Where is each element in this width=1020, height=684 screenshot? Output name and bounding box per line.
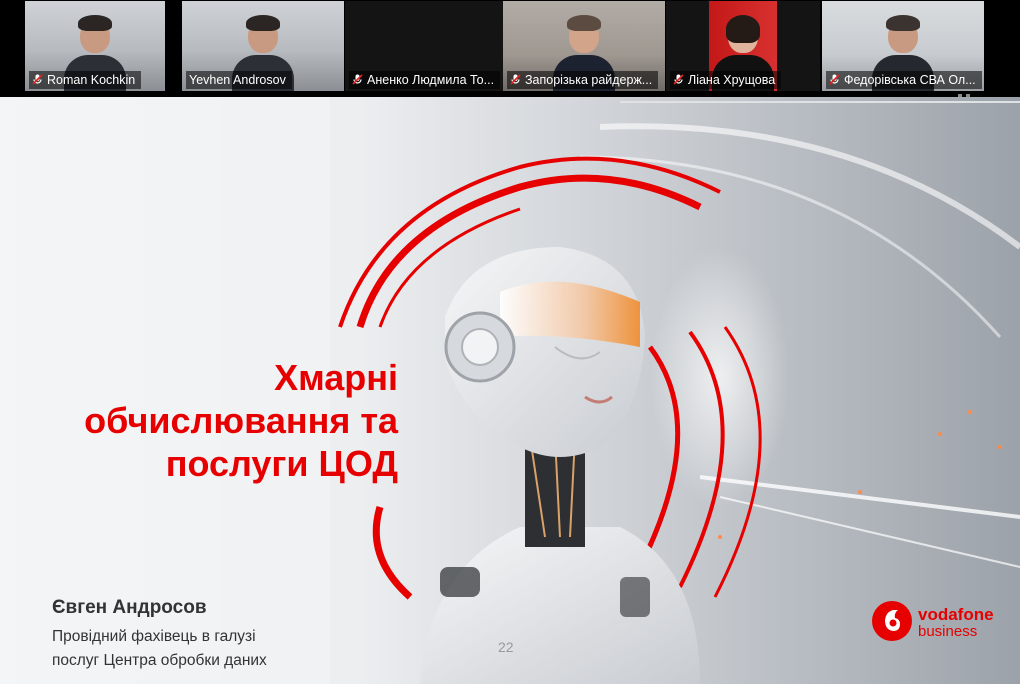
participant-name: Ліана Хрущова — [688, 73, 776, 87]
participant-tile-fedorivska[interactable]: Федорівська СВА Ол... — [822, 1, 984, 91]
mic-off-icon — [352, 74, 363, 85]
participant-name: Запорізька райдерж... — [525, 73, 653, 87]
participant-tile-zaporizka[interactable]: Запорізька райдерж... — [503, 1, 665, 91]
slide-title-line: послуги ЦОД — [165, 443, 398, 484]
participant-name-tag: Федорівська СВА Ол... — [826, 71, 982, 89]
participant-tile-anenko[interactable]: Аненко Людмила То... — [345, 1, 503, 91]
mic-off-icon — [829, 74, 840, 85]
participant-strip: Roman Kochkin Yevhen Androsov Аненко Люд… — [0, 0, 1020, 104]
participant-name: Yevhen Androsov — [189, 73, 286, 87]
participant-tile-liana-khrushchova[interactable]: Ліана Хрущова — [666, 1, 820, 91]
presenter-role-line: Провідний фахівець в галузі — [52, 628, 256, 645]
participant-name: Аненко Людмила То... — [367, 73, 495, 87]
presenter-info: Євген Андросов Провідний фахівець в галу… — [52, 597, 267, 673]
mic-off-icon — [32, 74, 43, 85]
slide-title-line: обчислювання та — [84, 400, 398, 441]
shared-presentation-slide: Хмарні обчислювання та послуги ЦОД Євген… — [0, 97, 1020, 684]
vodafone-logo-icon — [872, 601, 912, 641]
presenter-name: Євген Андросов — [52, 597, 207, 618]
participant-name-tag: Roman Kochkin — [29, 71, 142, 89]
participant-name-tag: Yevhen Androsov — [186, 71, 292, 89]
slide-title: Хмарні обчислювання та послуги ЦОД — [38, 356, 398, 485]
slide-title-line: Хмарні — [274, 357, 398, 398]
participant-name: Roman Kochkin — [47, 73, 136, 87]
brand-name: vodafone — [918, 605, 994, 624]
participant-tile-roman-kochkin[interactable]: Roman Kochkin — [25, 1, 165, 91]
presenter-role-line: послуг Центра обробки даних — [52, 652, 267, 669]
brand-subtitle: business — [918, 623, 978, 640]
participant-tile-yevhen-androsov[interactable]: Yevhen Androsov — [182, 1, 344, 91]
participant-name-tag: Ліана Хрущова — [670, 71, 782, 89]
participant-name-tag: Запорізька райдерж... — [507, 71, 659, 89]
vodafone-business-logo: vodafone business — [872, 599, 1012, 643]
participant-name-tag: Аненко Людмила То... — [349, 71, 501, 89]
participant-name: Федорівська СВА Ол... — [844, 73, 976, 87]
slide-page-number: 22 — [498, 639, 514, 655]
mic-off-icon — [510, 74, 521, 85]
presenter-role: Провідний фахівець в галузі послуг Центр… — [52, 625, 267, 673]
mic-off-icon — [673, 74, 684, 85]
